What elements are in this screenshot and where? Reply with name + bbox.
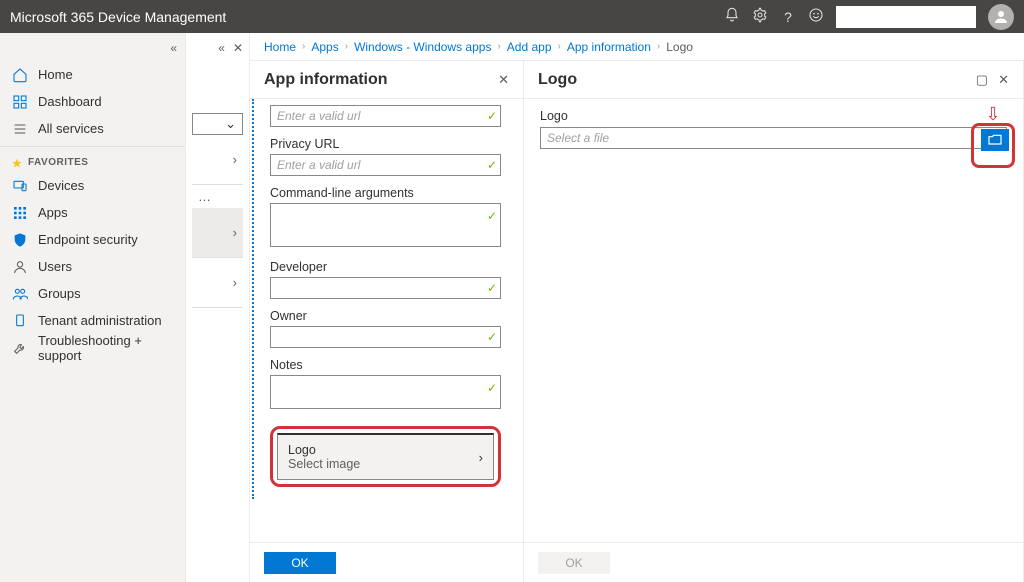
nav-apps[interactable]: Apps — [0, 199, 185, 226]
owner-label: Owner — [270, 309, 501, 323]
app-info-title: App information — [264, 71, 388, 89]
breadcrumb: Home› Apps› Windows - Windows apps› Add … — [250, 33, 1024, 61]
crumb-current: Logo — [666, 40, 693, 54]
check-icon: ✓ — [487, 109, 497, 123]
left-nav: « Home Dashboard All services FAVORITES … — [0, 33, 186, 582]
nav-devices[interactable]: Devices — [0, 172, 185, 199]
cmd-args-label: Command-line arguments — [270, 186, 501, 200]
check-icon: ✓ — [487, 281, 497, 295]
feedback-icon[interactable] — [802, 7, 830, 26]
notifications-icon[interactable] — [718, 7, 746, 26]
nav-endpoint-security-label: Endpoint security — [38, 232, 138, 247]
list-row-divider: … — [192, 185, 243, 208]
nav-troubleshoot-label: Troubleshooting + support — [38, 333, 173, 363]
nav-devices-label: Devices — [38, 178, 84, 193]
maximize-icon[interactable]: ▢ — [976, 72, 988, 88]
check-icon: ✓ — [487, 330, 497, 344]
chevron-right-icon: › — [233, 275, 237, 290]
callout-annotation: Logo Select image › — [270, 426, 501, 487]
privacy-url-input[interactable] — [270, 154, 501, 176]
collapse-blade-icon[interactable]: « — [218, 41, 225, 55]
list-row[interactable]: › — [192, 208, 243, 258]
nav-home-label: Home — [38, 67, 73, 82]
nav-apps-label: Apps — [38, 205, 68, 220]
nav-all-services[interactable]: All services — [0, 115, 185, 142]
list-row[interactable]: › — [192, 258, 243, 308]
search-input[interactable] — [836, 6, 976, 28]
nav-users-label: Users — [38, 259, 72, 274]
check-icon: ✓ — [487, 158, 497, 172]
developer-input[interactable] — [270, 277, 501, 299]
cmd-args-input[interactable] — [270, 203, 501, 247]
nav-home[interactable]: Home — [0, 61, 185, 88]
check-icon: ✓ — [487, 209, 497, 223]
logo-title: Logo — [538, 71, 577, 89]
collapse-nav-icon[interactable]: « — [170, 41, 177, 55]
top-bar: Microsoft 365 Device Management ? — [0, 0, 1024, 33]
nav-dashboard[interactable]: Dashboard — [0, 88, 185, 115]
crumb-add-app[interactable]: Add app — [507, 40, 552, 54]
settings-icon[interactable] — [746, 7, 774, 26]
help-icon[interactable]: ? — [774, 9, 802, 25]
close-icon[interactable]: ✕ — [498, 72, 509, 88]
nav-troubleshoot[interactable]: Troubleshooting + support — [0, 334, 185, 361]
nav-favorites-header: FAVORITES — [0, 151, 185, 172]
logo-file-input[interactable] — [540, 127, 1007, 149]
close-icon[interactable]: ✕ — [998, 72, 1009, 88]
notes-label: Notes — [270, 358, 501, 372]
avatar[interactable] — [988, 4, 1014, 30]
logo-row-label: Logo — [288, 443, 360, 457]
app-information-blade: App information ✕ ✓ Privacy URL — [250, 61, 524, 582]
logo-field-label: Logo — [540, 109, 1007, 123]
crumb-app-info[interactable]: App information — [567, 40, 651, 54]
chevron-right-icon: › — [233, 225, 237, 240]
browse-file-button[interactable] — [981, 129, 1009, 151]
crumb-apps[interactable]: Apps — [311, 40, 338, 54]
close-blade-icon[interactable]: ✕ — [233, 41, 243, 55]
crumb-windows[interactable]: Windows - Windows apps — [354, 40, 491, 54]
app-title: Microsoft 365 Device Management — [10, 9, 226, 25]
logo-blade: Logo ▢ ✕ Logo ⇩ — [524, 61, 1024, 582]
owner-input[interactable] — [270, 326, 501, 348]
ok-button[interactable]: OK — [264, 552, 336, 574]
nav-endpoint-security[interactable]: Endpoint security — [0, 226, 185, 253]
nav-users[interactable]: Users — [0, 253, 185, 280]
privacy-url-label: Privacy URL — [270, 137, 501, 151]
nav-groups[interactable]: Groups — [0, 280, 185, 307]
notes-input[interactable] — [270, 375, 501, 409]
info-url-input[interactable] — [270, 105, 501, 127]
nav-dashboard-label: Dashboard — [38, 94, 102, 109]
list-row[interactable]: › — [192, 135, 243, 185]
ok-button-disabled: OK — [538, 552, 610, 574]
logo-select-row[interactable]: Logo Select image › — [277, 433, 494, 480]
chevron-right-icon: › — [479, 450, 483, 465]
dropdown[interactable]: ⌄ — [192, 113, 243, 135]
nav-tenant-admin[interactable]: Tenant administration — [0, 307, 185, 334]
nav-all-services-label: All services — [38, 121, 104, 136]
arrow-down-icon: ⇩ — [985, 104, 1000, 125]
callout-annotation: ⇩ — [971, 123, 1015, 168]
developer-label: Developer — [270, 260, 501, 274]
chevron-down-icon: ⌄ — [225, 116, 236, 132]
crumb-home[interactable]: Home — [264, 40, 296, 54]
logo-row-sub: Select image — [288, 457, 360, 471]
nav-tenant-admin-label: Tenant administration — [38, 313, 162, 328]
chevron-right-icon: › — [233, 152, 237, 167]
check-icon: ✓ — [487, 381, 497, 395]
nav-groups-label: Groups — [38, 286, 81, 301]
secondary-column: « ✕ ⌄ › … › › — [186, 33, 250, 582]
